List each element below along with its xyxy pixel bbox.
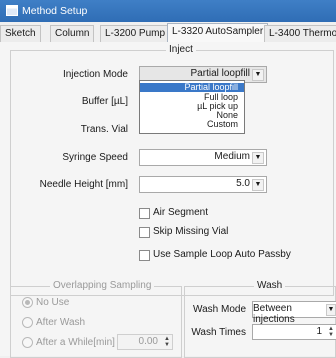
after-wash-label: After Wash bbox=[36, 317, 86, 328]
syringe-speed-select[interactable]: Medium ▼ bbox=[139, 149, 267, 166]
wash-mode-label: Wash Mode bbox=[193, 304, 246, 315]
title-bar: Method Setup bbox=[0, 0, 336, 22]
needle-height-label: Needle Height [mm] bbox=[39, 179, 128, 190]
tab-sketch[interactable]: Sketch bbox=[0, 25, 41, 42]
no-use-radio[interactable] bbox=[22, 297, 33, 308]
after-while-input[interactable]: 0.00 ▲ ▼ bbox=[117, 334, 173, 350]
chevron-down-icon[interactable]: ▼ bbox=[326, 304, 336, 316]
needle-height-value: 5.0 bbox=[236, 178, 250, 189]
needle-height-select[interactable]: 5.0 ▼ bbox=[139, 176, 267, 193]
tab-pump[interactable]: L-3200 Pump bbox=[100, 25, 171, 42]
trans-vial-label: Trans. Vial bbox=[80, 124, 128, 135]
injection-mode-dropdown: Partial loopfill Full loop µL pick up No… bbox=[139, 80, 245, 134]
after-wash-radio[interactable] bbox=[22, 317, 33, 328]
wash-mode-select[interactable]: Between injections ▼ bbox=[252, 301, 336, 325]
after-while-radio[interactable] bbox=[22, 337, 33, 348]
skip-missing-vial-label: Skip Missing Vial bbox=[153, 226, 229, 237]
after-while-value: 0.00 bbox=[138, 336, 158, 347]
air-segment-checkbox[interactable] bbox=[139, 208, 150, 219]
chevron-down-icon[interactable]: ▼ bbox=[252, 152, 264, 164]
injection-mode-label: Injection Mode bbox=[62, 69, 128, 80]
wash-times-value: 1 bbox=[316, 326, 322, 337]
window-icon bbox=[6, 5, 18, 16]
air-segment-label: Air Segment bbox=[153, 207, 209, 218]
chevron-down-icon[interactable]: ▼ bbox=[252, 69, 264, 81]
syringe-speed-value: Medium bbox=[214, 151, 250, 162]
wash-group-title: Wash bbox=[254, 280, 286, 291]
syringe-speed-label: Syringe Speed bbox=[62, 152, 128, 163]
no-use-label: No Use bbox=[36, 297, 70, 308]
wash-times-input[interactable]: 1 ▲ ▼ bbox=[252, 324, 336, 340]
buffer-label: Buffer [µL] bbox=[81, 96, 128, 107]
spinner-arrows-icon[interactable]: ▲ ▼ bbox=[327, 326, 335, 338]
tab-thermostat[interactable]: L-3400 Thermost bbox=[264, 25, 336, 42]
option-partial-loopfill[interactable]: Partial loopfill bbox=[140, 83, 244, 92]
spinner-arrows-icon[interactable]: ▲ ▼ bbox=[163, 336, 171, 348]
wash-mode-value: Between injections bbox=[253, 303, 295, 325]
chevron-down-icon[interactable]: ▼ bbox=[252, 179, 264, 191]
tab-autosampler[interactable]: L-3320 AutoSampler bbox=[167, 23, 269, 43]
injection-mode-value: Partial loopfill bbox=[190, 68, 250, 79]
sample-loop-passby-label: Use Sample Loop Auto Passby bbox=[153, 249, 291, 260]
skip-missing-vial-checkbox[interactable] bbox=[139, 227, 150, 238]
overlap-group-title: Overlapping Sampling bbox=[50, 280, 155, 291]
option-custom[interactable]: Custom bbox=[207, 120, 238, 129]
inject-group-title: Inject bbox=[166, 44, 196, 55]
window-title: Method Setup bbox=[22, 5, 88, 17]
tab-column[interactable]: Column bbox=[50, 25, 95, 42]
autosampler-panel: Inject Injection Mode Partial loopfill ▼… bbox=[0, 42, 336, 358]
after-while-label: After a While[min] bbox=[36, 337, 115, 348]
tab-bar: Sketch Column L-3200 Pump L-3320 AutoSam… bbox=[0, 22, 336, 43]
wash-times-label: Wash Times bbox=[191, 327, 246, 338]
sample-loop-passby-checkbox[interactable] bbox=[139, 250, 150, 261]
